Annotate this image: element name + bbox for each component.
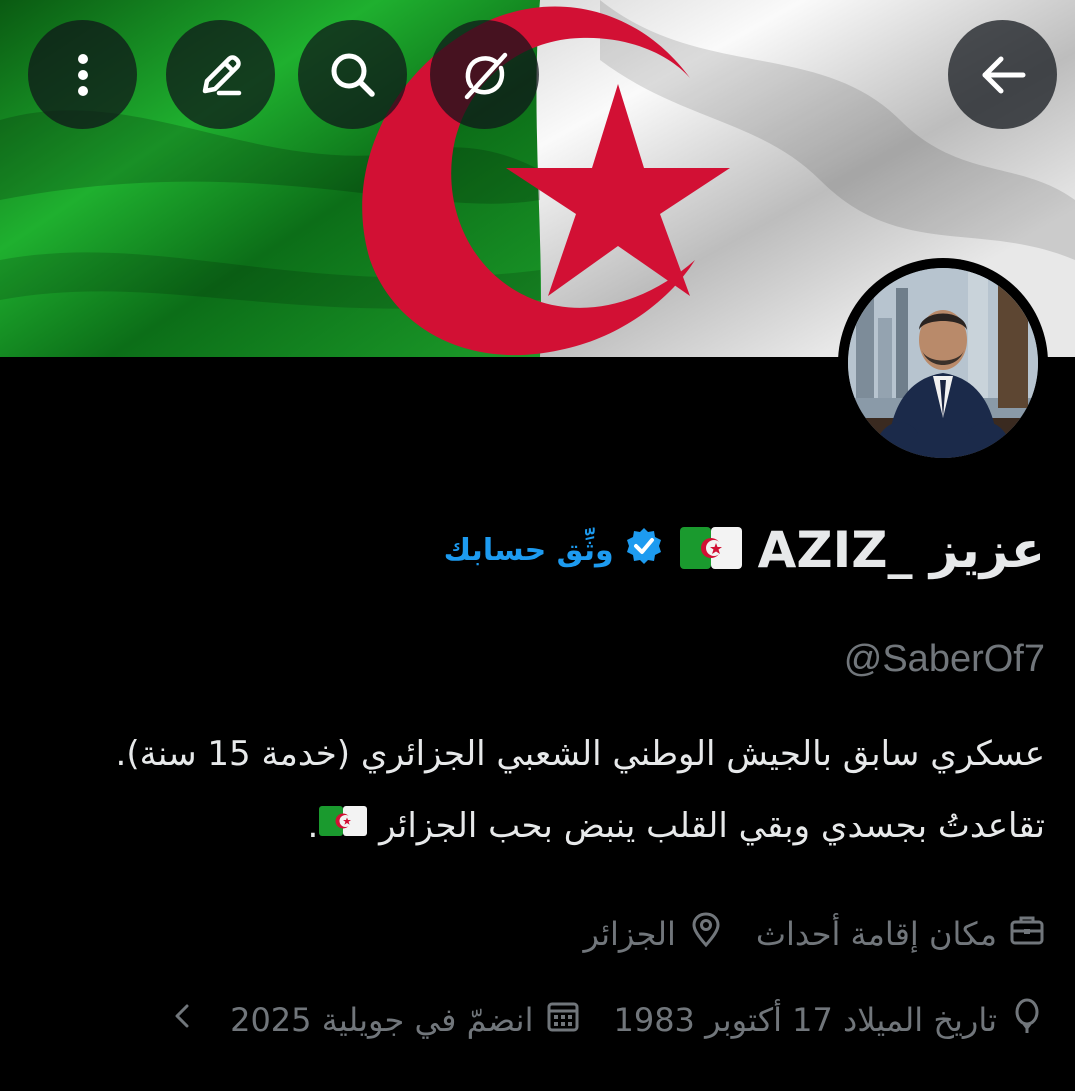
grok-button[interactable] [430, 20, 539, 129]
pencil-icon [202, 54, 241, 95]
profile-category: مكان إقامة أحداث [756, 912, 1045, 956]
profile-joined-label: انضمّ في جويلية 2025 [230, 1001, 534, 1039]
bio-line-2-end: . [307, 806, 319, 846]
search-icon [331, 53, 375, 97]
more-options-button[interactable] [28, 20, 137, 129]
profile-birth-date: تاريخ الميلاد 17 أكتوبر 1983 [613, 998, 1045, 1042]
profile-location-label: الجزائر [583, 915, 676, 953]
algeria-flag-emoji-icon [678, 523, 744, 577]
profile-category-label: مكان إقامة أحداث [755, 915, 997, 953]
display-name: عزيز _AZIZ [757, 521, 1045, 579]
profile-name-row: عزيز _AZIZ وثِّق حسابك [444, 510, 1045, 590]
balloon-icon [1009, 998, 1045, 1042]
algeria-flag-emoji-icon [318, 792, 368, 864]
avatar-photo [848, 268, 1038, 458]
get-verified-label: وثِّق حسابك [443, 532, 614, 568]
location-pin-icon [688, 912, 724, 956]
profile-joined-date: انضمّ في جويلية 2025 [230, 998, 581, 1042]
grok-icon [464, 52, 507, 99]
chevron-left-icon [168, 1001, 198, 1039]
briefcase-icon [1009, 912, 1045, 956]
profile-birth-date-label: تاريخ الميلاد 17 أكتوبر 1983 [613, 1001, 997, 1039]
profile-location: الجزائر [583, 912, 723, 956]
expand-details-button[interactable] [168, 1001, 198, 1039]
bio-line-2-text: تقاعدتُ بجسدي وبقي القلب ينبض بحب الجزائ… [379, 806, 1045, 846]
bio-line-2: تقاعدتُ بجسدي وبقي القلب ينبض بحب الجزائ… [25, 790, 1045, 864]
profile-avatar[interactable] [838, 258, 1048, 468]
get-verified-link[interactable]: وثِّق حسابك [444, 526, 664, 574]
profile-bio: عسكري سابق بالجيش الوطني الشعبي الجزائري… [25, 718, 1045, 864]
edit-button[interactable] [166, 20, 275, 129]
search-button[interactable] [298, 20, 407, 129]
profile-meta-row-2: تاريخ الميلاد 17 أكتوبر 1983 انضمّ في جو… [168, 990, 1045, 1050]
more-vertical-icon [77, 53, 88, 96]
arrow-left-icon [982, 56, 1025, 93]
back-button[interactable] [948, 20, 1057, 129]
verified-badge-icon [624, 526, 664, 574]
profile-handle: @SaberOf7 [843, 638, 1045, 680]
bio-line-1: عسكري سابق بالجيش الوطني الشعبي الجزائري… [115, 734, 1045, 774]
profile-meta-row-1: مكان إقامة أحداث الجزائر [551, 904, 1045, 964]
calendar-icon [545, 998, 581, 1042]
